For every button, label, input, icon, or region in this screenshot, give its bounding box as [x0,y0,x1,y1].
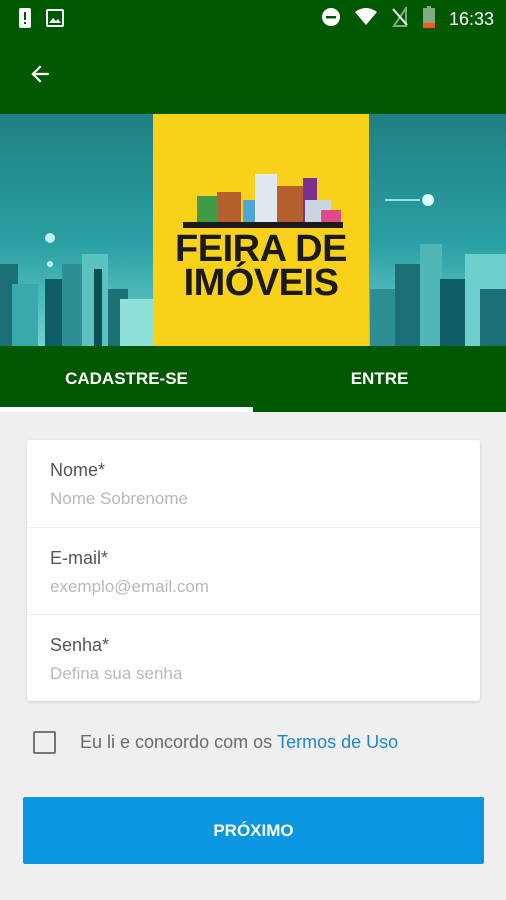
battery-icon [422,6,435,33]
back-button[interactable] [20,56,60,96]
status-bar: 16:33 [0,0,506,36]
password-field: Senha* [27,614,480,701]
email-input[interactable] [50,575,450,599]
logo-line-1: FEIRA DE [175,228,347,270]
tab-entre[interactable]: ENTRE [253,346,506,412]
name-field: Nome* [27,440,480,527]
password-input[interactable] [50,662,450,686]
tab-cadastre-se[interactable]: CADASTRE-SE [0,346,253,412]
app-bar [0,36,506,114]
no-sim-icon [391,4,409,32]
email-field: E-mail* [27,527,480,614]
name-input[interactable] [50,487,450,511]
password-label: Senha* [50,635,110,655]
terms-checkbox[interactable] [33,730,56,754]
alert-icon [18,7,32,34]
do-not-disturb-icon [321,7,341,32]
wifi-icon [354,8,377,31]
tab-bar: CADASTRE-SE ENTRE [0,346,506,412]
email-label: E-mail* [50,548,109,568]
hero-banner: FEIRA DE IMÓVEIS [0,114,506,346]
logo-buildings-illustration [183,174,343,228]
name-label: Nome* [50,460,106,480]
logo: FEIRA DE IMÓVEIS [153,114,369,346]
terms-text: Eu li e concordo com os [80,731,273,752]
signup-form-card: Nome* E-mail* Senha* [27,440,480,701]
status-time: 16:33 [448,9,494,29]
image-icon [46,9,64,32]
terms-row: Eu li e concordo com os Termos de Uso [33,728,398,756]
arrow-back-icon [27,61,53,92]
logo-line-2: IMÓVEIS [183,262,339,304]
terms-of-use-link[interactable]: Termos de Uso [277,732,398,753]
next-button[interactable]: PRÓXIMO [23,797,484,864]
